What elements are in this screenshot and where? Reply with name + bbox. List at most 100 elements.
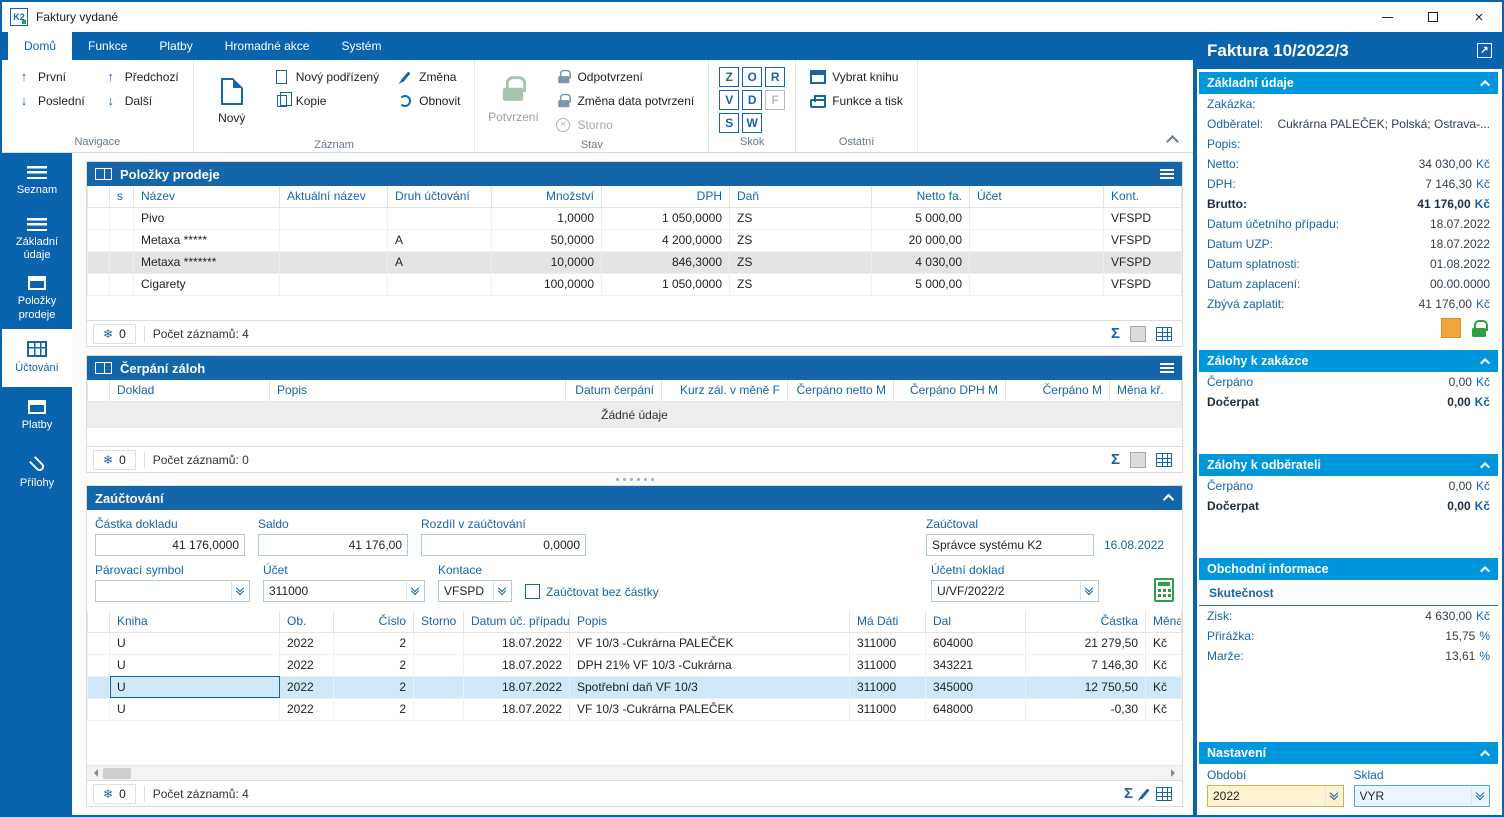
tab-skutecnost[interactable]: Skutečnost (1209, 586, 1274, 600)
view-toggle-button[interactable] (1130, 326, 1146, 342)
table-row[interactable]: Pivo1,00001 050,0000ZS5 000,00VFSPD (88, 207, 1182, 229)
column-header[interactable]: Částka (1026, 611, 1146, 632)
column-header[interactable]: DPH (602, 186, 730, 207)
table-cell[interactable]: 18.07.2022 (464, 676, 570, 698)
column-header[interactable] (88, 186, 110, 207)
table-row[interactable]: Metaxa *******A10,0000846,3000ZS4 030,00… (88, 251, 1182, 273)
table-cell[interactable]: VFSPD (1104, 273, 1182, 295)
confirm-button[interactable]: Potvrzení (485, 65, 541, 137)
functions-print-button[interactable]: Funkce a tisk (806, 89, 907, 112)
maximize-button[interactable] (1410, 2, 1456, 32)
table-cell[interactable]: A (388, 229, 492, 251)
select-book-button[interactable]: Vybrat knihu (806, 65, 907, 88)
table-cell[interactable]: Metaxa ***** (134, 229, 280, 251)
dropdown-icon[interactable] (406, 582, 423, 600)
table-cell[interactable]: VF 10/3 -Cukrárna PALEČEK (570, 698, 850, 720)
parovaci-symbol-combo[interactable] (95, 580, 250, 602)
column-header[interactable]: Popis (270, 380, 566, 401)
ribbon-collapse-chevron[interactable] (1166, 135, 1179, 148)
jump-button-r[interactable]: R (765, 67, 785, 87)
table-cell[interactable]: 10,0000 (492, 251, 602, 273)
table-cell[interactable]: U (110, 654, 280, 676)
table-cell[interactable] (88, 273, 110, 295)
section-menu-icon[interactable] (1160, 363, 1174, 373)
table-cell[interactable]: 311000 (850, 632, 926, 654)
table-cell[interactable]: VF 10/3 -Cukrárna PALEČEK (570, 632, 850, 654)
table-cell[interactable]: 311000 (850, 698, 926, 720)
collapse-chevron-icon[interactable] (1480, 461, 1490, 471)
jump-button-f[interactable]: F (765, 90, 785, 110)
table-cell[interactable]: 21 279,50 (1026, 632, 1146, 654)
column-header[interactable]: Daň (730, 186, 872, 207)
kontace-combo[interactable]: VFSPD (438, 580, 512, 602)
table-cell[interactable]: 18.07.2022 (464, 654, 570, 676)
table-cell[interactable]: 604000 (926, 632, 1026, 654)
sklad-combo[interactable]: VYR (1354, 785, 1491, 807)
jump-button-w[interactable]: W (742, 113, 762, 133)
collapse-chevron-icon[interactable] (1480, 79, 1490, 89)
column-header[interactable] (88, 380, 110, 401)
jump-button-s[interactable]: S (719, 113, 739, 133)
column-header[interactable]: Účet (970, 186, 1104, 207)
filter-badge[interactable]: ❄0 (93, 324, 136, 344)
horizontal-scrollbar[interactable] (87, 765, 1182, 780)
next-record-button[interactable]: ↓Další (99, 89, 183, 112)
collapse-chevron-icon[interactable] (1480, 749, 1490, 759)
table-cell[interactable]: 4 200,0000 (602, 229, 730, 251)
column-header[interactable]: Dal (926, 611, 1026, 632)
column-header[interactable] (88, 611, 110, 632)
table-cell[interactable]: Spotřební daň VF 10/3 (570, 676, 850, 698)
jump-button-z[interactable]: Z (719, 67, 739, 87)
section-splitter[interactable] (86, 473, 1183, 485)
column-header[interactable]: Popis (570, 611, 850, 632)
sidebar-item-prilohy[interactable]: Přílohy (2, 445, 72, 503)
table-cell[interactable]: VFSPD (1104, 207, 1182, 229)
table-cell[interactable] (414, 654, 464, 676)
column-header[interactable]: Netto fa. (872, 186, 970, 207)
table-cell[interactable]: ZS (730, 273, 872, 295)
table-cell[interactable]: U (110, 632, 280, 654)
table-cell[interactable]: VFSPD (1104, 251, 1182, 273)
table-cell[interactable]: 311000 (850, 654, 926, 676)
table-cell[interactable]: 343221 (926, 654, 1026, 676)
edit-button[interactable]: Změna (393, 65, 464, 88)
tab-platby[interactable]: Platby (143, 32, 208, 60)
table-cell[interactable]: U (110, 698, 280, 720)
table-cell[interactable]: VFSPD (1104, 229, 1182, 251)
table-cell[interactable]: ZS (730, 251, 872, 273)
dropdown-icon[interactable] (1080, 582, 1097, 600)
column-header[interactable]: Název (134, 186, 280, 207)
column-header[interactable]: Kont. (1104, 186, 1182, 207)
table-cell[interactable]: 5 000,00 (872, 273, 970, 295)
table-row[interactable]: U2022218.07.2022VF 10/3 -Cukrárna PALEČE… (88, 632, 1182, 654)
saldo-input[interactable] (258, 534, 408, 556)
table-cell[interactable]: 18.07.2022 (464, 698, 570, 720)
sidebar-item-seznam[interactable]: Seznam (2, 153, 72, 211)
table-cell[interactable]: A (388, 251, 492, 273)
scrollbar-thumb[interactable] (103, 768, 131, 779)
close-button[interactable]: × (1456, 2, 1502, 32)
dropdown-icon[interactable] (1471, 787, 1488, 805)
table-cell[interactable] (110, 251, 134, 273)
sidebar-item-platby[interactable]: Platby (2, 387, 72, 445)
table-cell[interactable] (280, 207, 388, 229)
tab-domu[interactable]: Domů (8, 32, 72, 60)
new-button[interactable]: Nový (204, 65, 260, 137)
sidebar-item-uctovani[interactable]: Účtování (2, 329, 72, 387)
tab-hromadne-akce[interactable]: Hromadné akce (209, 32, 326, 60)
table-cell[interactable] (414, 698, 464, 720)
new-child-button[interactable]: Nový podřízený (270, 65, 383, 88)
table-cell[interactable]: 1 050,0000 (602, 273, 730, 295)
column-header[interactable]: Čerpáno DPH M (894, 380, 1006, 401)
scroll-right-arrow[interactable] (1166, 766, 1182, 781)
column-header[interactable]: Množství (492, 186, 602, 207)
table-cell[interactable] (388, 273, 492, 295)
minimize-button[interactable] (1364, 2, 1410, 32)
column-header[interactable]: Číslo (334, 611, 414, 632)
dropdown-icon[interactable] (493, 582, 510, 600)
section-menu-icon[interactable] (1160, 169, 1174, 179)
tab-funkce[interactable]: Funkce (72, 32, 143, 60)
column-header[interactable]: Čerpáno M (1006, 380, 1110, 401)
table-cell[interactable]: ZS (730, 229, 872, 251)
grid-settings-icon[interactable] (1156, 327, 1172, 341)
